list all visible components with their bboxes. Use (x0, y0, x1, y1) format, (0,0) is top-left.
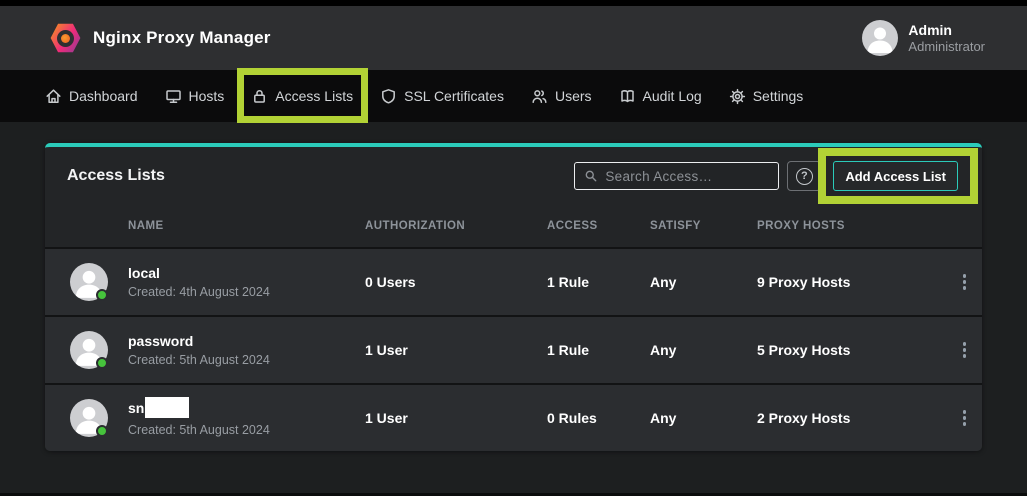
online-status-dot (96, 289, 108, 301)
access-list-name: sn (128, 400, 144, 416)
online-status-dot (96, 357, 108, 369)
access-value: 1 Rule (547, 342, 650, 358)
nav-label: Audit Log (643, 88, 702, 104)
name-block: password Created: 5th August 2024 (128, 333, 270, 367)
search-icon (584, 169, 598, 183)
authorization-value: 0 Users (365, 274, 547, 290)
nav-label: Dashboard (69, 88, 138, 104)
access-lists-panel: Access Lists ? Add Access List (45, 143, 982, 451)
satisfy-value: Any (650, 274, 757, 290)
user-menu[interactable]: Admin Administrator (862, 20, 985, 56)
brand[interactable]: Nginx Proxy Manager (50, 23, 271, 54)
access-list-name: local (128, 265, 160, 281)
app-logo-icon (50, 23, 81, 54)
kebab-menu[interactable] (955, 334, 975, 367)
home-icon (45, 88, 62, 105)
col-header-name: NAME (70, 220, 365, 232)
access-list-name: password (128, 333, 193, 349)
access-value: 1 Rule (547, 274, 650, 290)
shield-icon (380, 88, 397, 105)
add-button-wrap: Add Access List (833, 161, 958, 191)
col-header-proxy-hosts: PROXY HOSTS (757, 220, 947, 232)
user-avatar (862, 20, 898, 56)
panel-title: Access Lists (67, 167, 165, 185)
table-header-row: NAME AUTHORIZATION ACCESS SATISFY PROXY … (45, 205, 982, 247)
user-role: Administrator (908, 39, 985, 55)
monitor-icon (165, 88, 182, 105)
book-icon (619, 88, 636, 105)
panel-header: Access Lists ? Add Access List (45, 147, 982, 205)
name-block: sn Created: 5th August 2024 (128, 399, 270, 437)
user-name: Admin (908, 22, 985, 39)
question-circle-icon: ? (796, 168, 813, 185)
lock-icon (251, 88, 268, 105)
gear-icon (729, 88, 746, 105)
nav-dashboard[interactable]: Dashboard (45, 70, 138, 122)
authorization-value: 1 User (365, 410, 547, 426)
kebab-menu[interactable] (955, 266, 975, 299)
proxy-hosts-value: 2 Proxy Hosts (757, 410, 947, 426)
table-row: password Created: 5th August 2024 1 User… (45, 315, 982, 383)
nav-users[interactable]: Users (531, 70, 592, 122)
nav-label: SSL Certificates (404, 88, 504, 104)
nav-label: Hosts (189, 88, 225, 104)
table-row: local Created: 4th August 2024 0 Users 1… (45, 247, 982, 315)
nav-label: Settings (753, 88, 804, 104)
nav-label: Users (555, 88, 592, 104)
nav-label: Access Lists (275, 88, 353, 104)
help-button[interactable]: ? (787, 161, 821, 191)
row-avatar (70, 263, 108, 301)
satisfy-value: Any (650, 410, 757, 426)
nav-access-lists[interactable]: Access Lists (251, 70, 353, 122)
created-date: Created: 5th August 2024 (128, 353, 270, 367)
add-access-list-button[interactable]: Add Access List (833, 161, 958, 191)
users-icon (531, 88, 548, 105)
proxy-hosts-value: 5 Proxy Hosts (757, 342, 947, 358)
name-cell: sn Created: 5th August 2024 (70, 399, 365, 437)
nav-ssl-certificates[interactable]: SSL Certificates (380, 70, 504, 122)
row-avatar (70, 331, 108, 369)
app-title: Nginx Proxy Manager (93, 28, 271, 48)
main-nav: Dashboard Hosts Access Lists SSL Certifi… (0, 70, 1027, 122)
name-cell: local Created: 4th August 2024 (70, 263, 365, 301)
user-text: Admin Administrator (908, 22, 985, 55)
name-cell: password Created: 5th August 2024 (70, 331, 365, 369)
created-date: Created: 4th August 2024 (128, 285, 270, 299)
name-block: local Created: 4th August 2024 (128, 265, 270, 299)
created-date: Created: 5th August 2024 (128, 423, 270, 437)
access-value: 0 Rules (547, 410, 650, 426)
nav-hosts[interactable]: Hosts (165, 70, 225, 122)
col-header-access: ACCESS (547, 220, 650, 232)
satisfy-value: Any (650, 342, 757, 358)
panel-actions: ? Add Access List (574, 161, 958, 191)
nav-settings[interactable]: Settings (729, 70, 804, 122)
authorization-value: 1 User (365, 342, 547, 358)
row-avatar (70, 399, 108, 437)
redaction-box (145, 397, 189, 418)
nav-audit-log[interactable]: Audit Log (619, 70, 702, 122)
topbar: Nginx Proxy Manager Admin Administrator (0, 6, 1027, 70)
col-header-authorization: AUTHORIZATION (365, 220, 547, 232)
search-input[interactable] (605, 169, 769, 184)
kebab-menu[interactable] (955, 402, 975, 435)
col-header-satisfy: SATISFY (650, 220, 757, 232)
search-box (574, 162, 779, 190)
table-row: sn Created: 5th August 2024 1 User 0 Rul… (45, 383, 982, 451)
screen: Nginx Proxy Manager Admin Administrator … (0, 0, 1027, 496)
online-status-dot (96, 425, 108, 437)
proxy-hosts-value: 9 Proxy Hosts (757, 274, 947, 290)
content-area: Access Lists ? Add Access List (0, 122, 1027, 493)
